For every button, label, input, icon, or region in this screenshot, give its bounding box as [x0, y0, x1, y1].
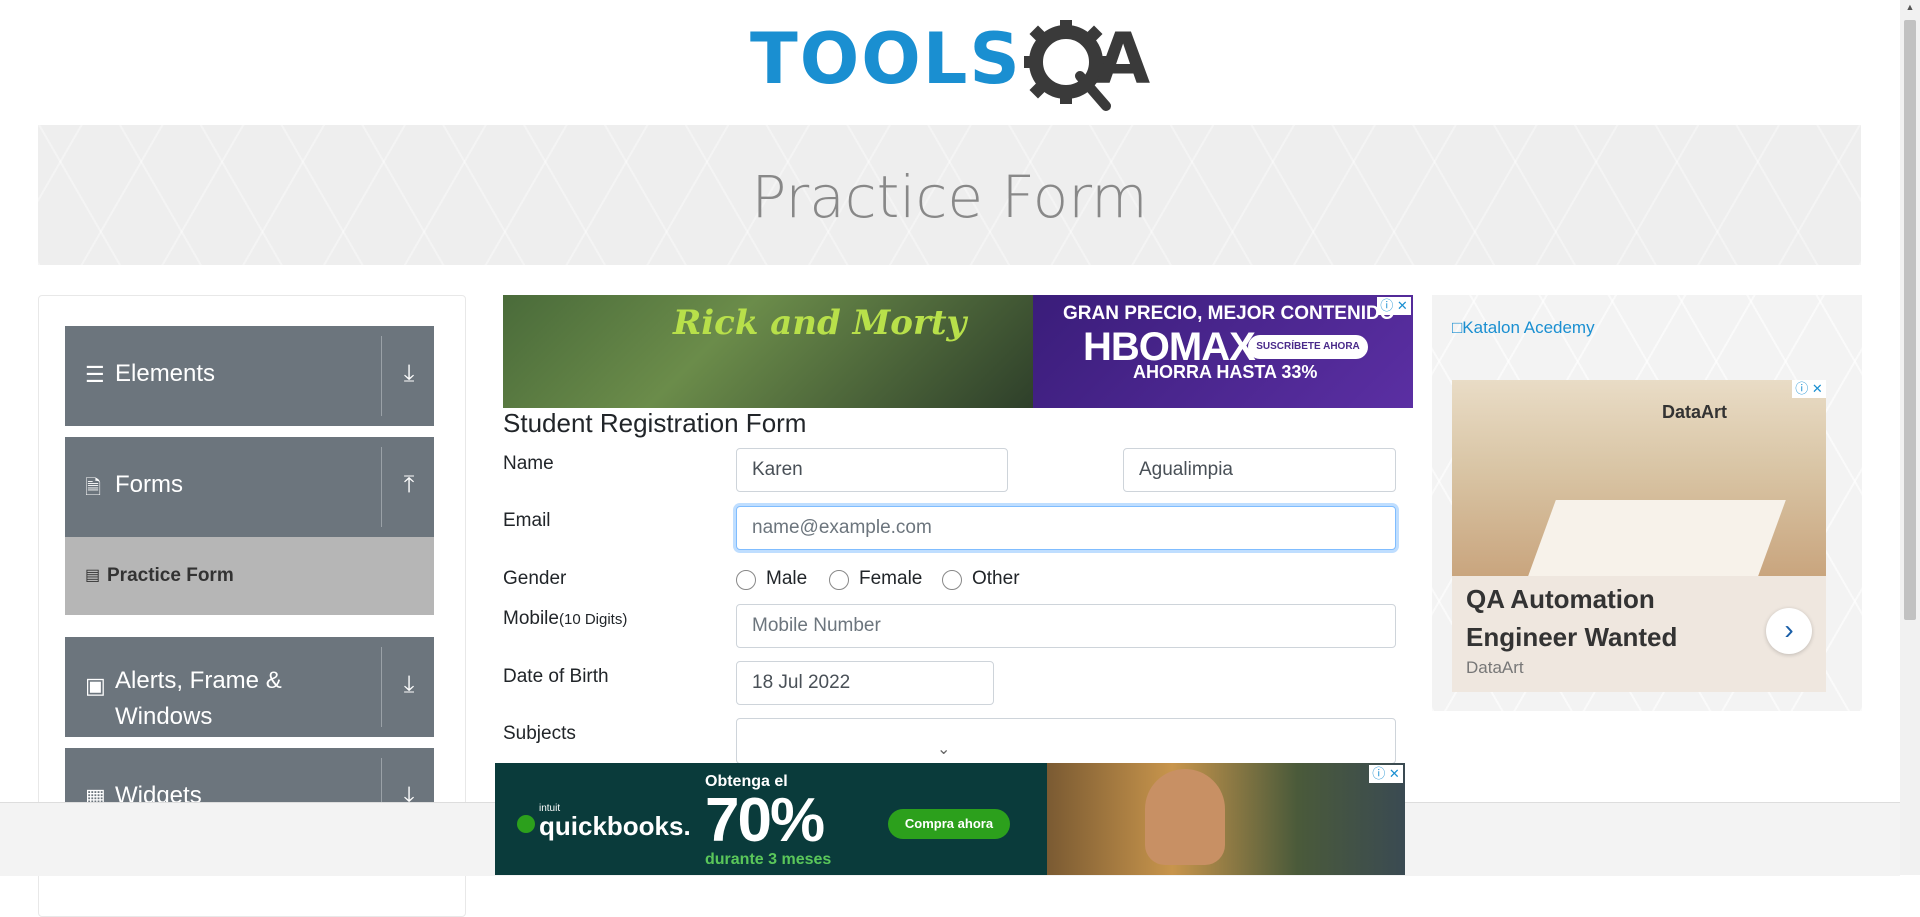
quickbooks-ad[interactable]: intuit quickbooks. Obtenga el 70% durant…: [495, 763, 1405, 875]
gender-label: Gender: [503, 568, 567, 589]
email-input[interactable]: name@example.com: [736, 506, 1396, 550]
scrollbar-thumb[interactable]: [1904, 20, 1916, 620]
katalon-ad-link[interactable]: □Katalon Acedemy: [1452, 318, 1595, 338]
dataart-ad[interactable]: DataArt QA Automation Engineer Wanted Da…: [1452, 380, 1826, 692]
ad-headline: QA Automation Engineer Wanted: [1466, 584, 1678, 652]
subjects-label: Subjects: [503, 723, 576, 744]
date-of-birth-input[interactable]: 18 Jul 2022: [736, 661, 994, 705]
radio-label: Female: [859, 568, 923, 589]
document-icon: 🗎: [85, 477, 102, 499]
ad-image: Rick and Morty: [503, 295, 1033, 408]
ad-brand: quickbooks.: [539, 811, 691, 841]
ad-close-icon[interactable]: ⓘ ✕: [1369, 765, 1403, 783]
scroll-up-icon[interactable]: ▲: [1902, 2, 1918, 16]
page-title: Practice Form: [751, 163, 1148, 231]
ad-percent: 70%: [705, 786, 825, 855]
hbomax-ad[interactable]: Rick and Morty GRAN PRECIO, MEJOR CONTEN…: [503, 295, 1413, 408]
form-icon: ▤: [85, 567, 101, 584]
logo-a-text: A: [1096, 18, 1151, 100]
ad-brand: DataArt: [1662, 402, 1728, 422]
ad-logo: Rick and Morty: [673, 303, 967, 343]
toolsqa-logo[interactable]: TOOLS A: [750, 18, 1155, 114]
upload-icon[interactable]: ⤒: [394, 471, 424, 499]
name-label: Name: [503, 453, 554, 474]
first-name-input[interactable]: Karen: [736, 448, 1008, 492]
radio-label: Other: [972, 568, 1020, 589]
sidebar-group-label: Alerts, Frame & Windows: [115, 667, 282, 730]
ad-duration: durante 3 meses: [705, 851, 832, 868]
sidebar-group-label: Forms: [115, 471, 183, 498]
ad-headline: GRAN PRECIO, MEJOR CONTENIDO: [1063, 303, 1395, 324]
download-icon[interactable]: ⤓: [394, 671, 424, 699]
page-banner: Practice Form: [38, 125, 1861, 265]
sidebar-group-alerts[interactable]: ▣ Alerts, Frame & Windows ⤓: [65, 637, 434, 737]
broken-image-icon: □: [1452, 318, 1463, 337]
sidebar-group-label: Elements: [115, 360, 216, 387]
subjects-input[interactable]: ⌄: [736, 718, 1396, 764]
window-icon: ▣: [85, 673, 106, 698]
ad-cta-button[interactable]: Compra ahora: [888, 809, 1010, 839]
ad-close-icon[interactable]: ⓘ ✕: [1792, 380, 1826, 398]
sidebar-group-forms[interactable]: 🗎 Forms ⤒: [65, 437, 434, 537]
chevron-right-icon[interactable]: ›: [1766, 608, 1812, 654]
dob-label: Date of Birth: [503, 666, 609, 687]
mobile-input[interactable]: Mobile Number: [736, 604, 1396, 648]
logo-tools-text: TOOLS: [750, 18, 1022, 100]
quickbooks-logo-icon: [517, 815, 535, 833]
mobile-label: Mobile(10 Digits): [503, 608, 628, 629]
email-label: Email: [503, 510, 551, 531]
ad-offer: AHORRA HASTA 33%: [1133, 362, 1318, 382]
sidebar-item-label: Practice Form: [107, 565, 234, 586]
ad-cta-button[interactable]: SUSCRÍBETE AHORA: [1248, 335, 1368, 359]
hamburger-icon: ☰: [85, 362, 105, 387]
ad-image: [1047, 763, 1405, 875]
sidebar-group-elements[interactable]: ☰ Elements ⤓: [65, 326, 434, 426]
form-title: Student Registration Form: [503, 408, 807, 438]
ad-close-icon[interactable]: ⓘ ✕: [1377, 297, 1411, 315]
last-name-input[interactable]: Agualimpia: [1123, 448, 1396, 492]
ad-advertiser: DataArt: [1466, 658, 1524, 677]
radio-label: Male: [766, 568, 808, 589]
download-icon[interactable]: ⤓: [394, 360, 424, 388]
sidebar-item-practice-form[interactable]: ▤ Practice Form: [65, 537, 434, 615]
mobile-hint: (10 Digits): [558, 611, 628, 628]
